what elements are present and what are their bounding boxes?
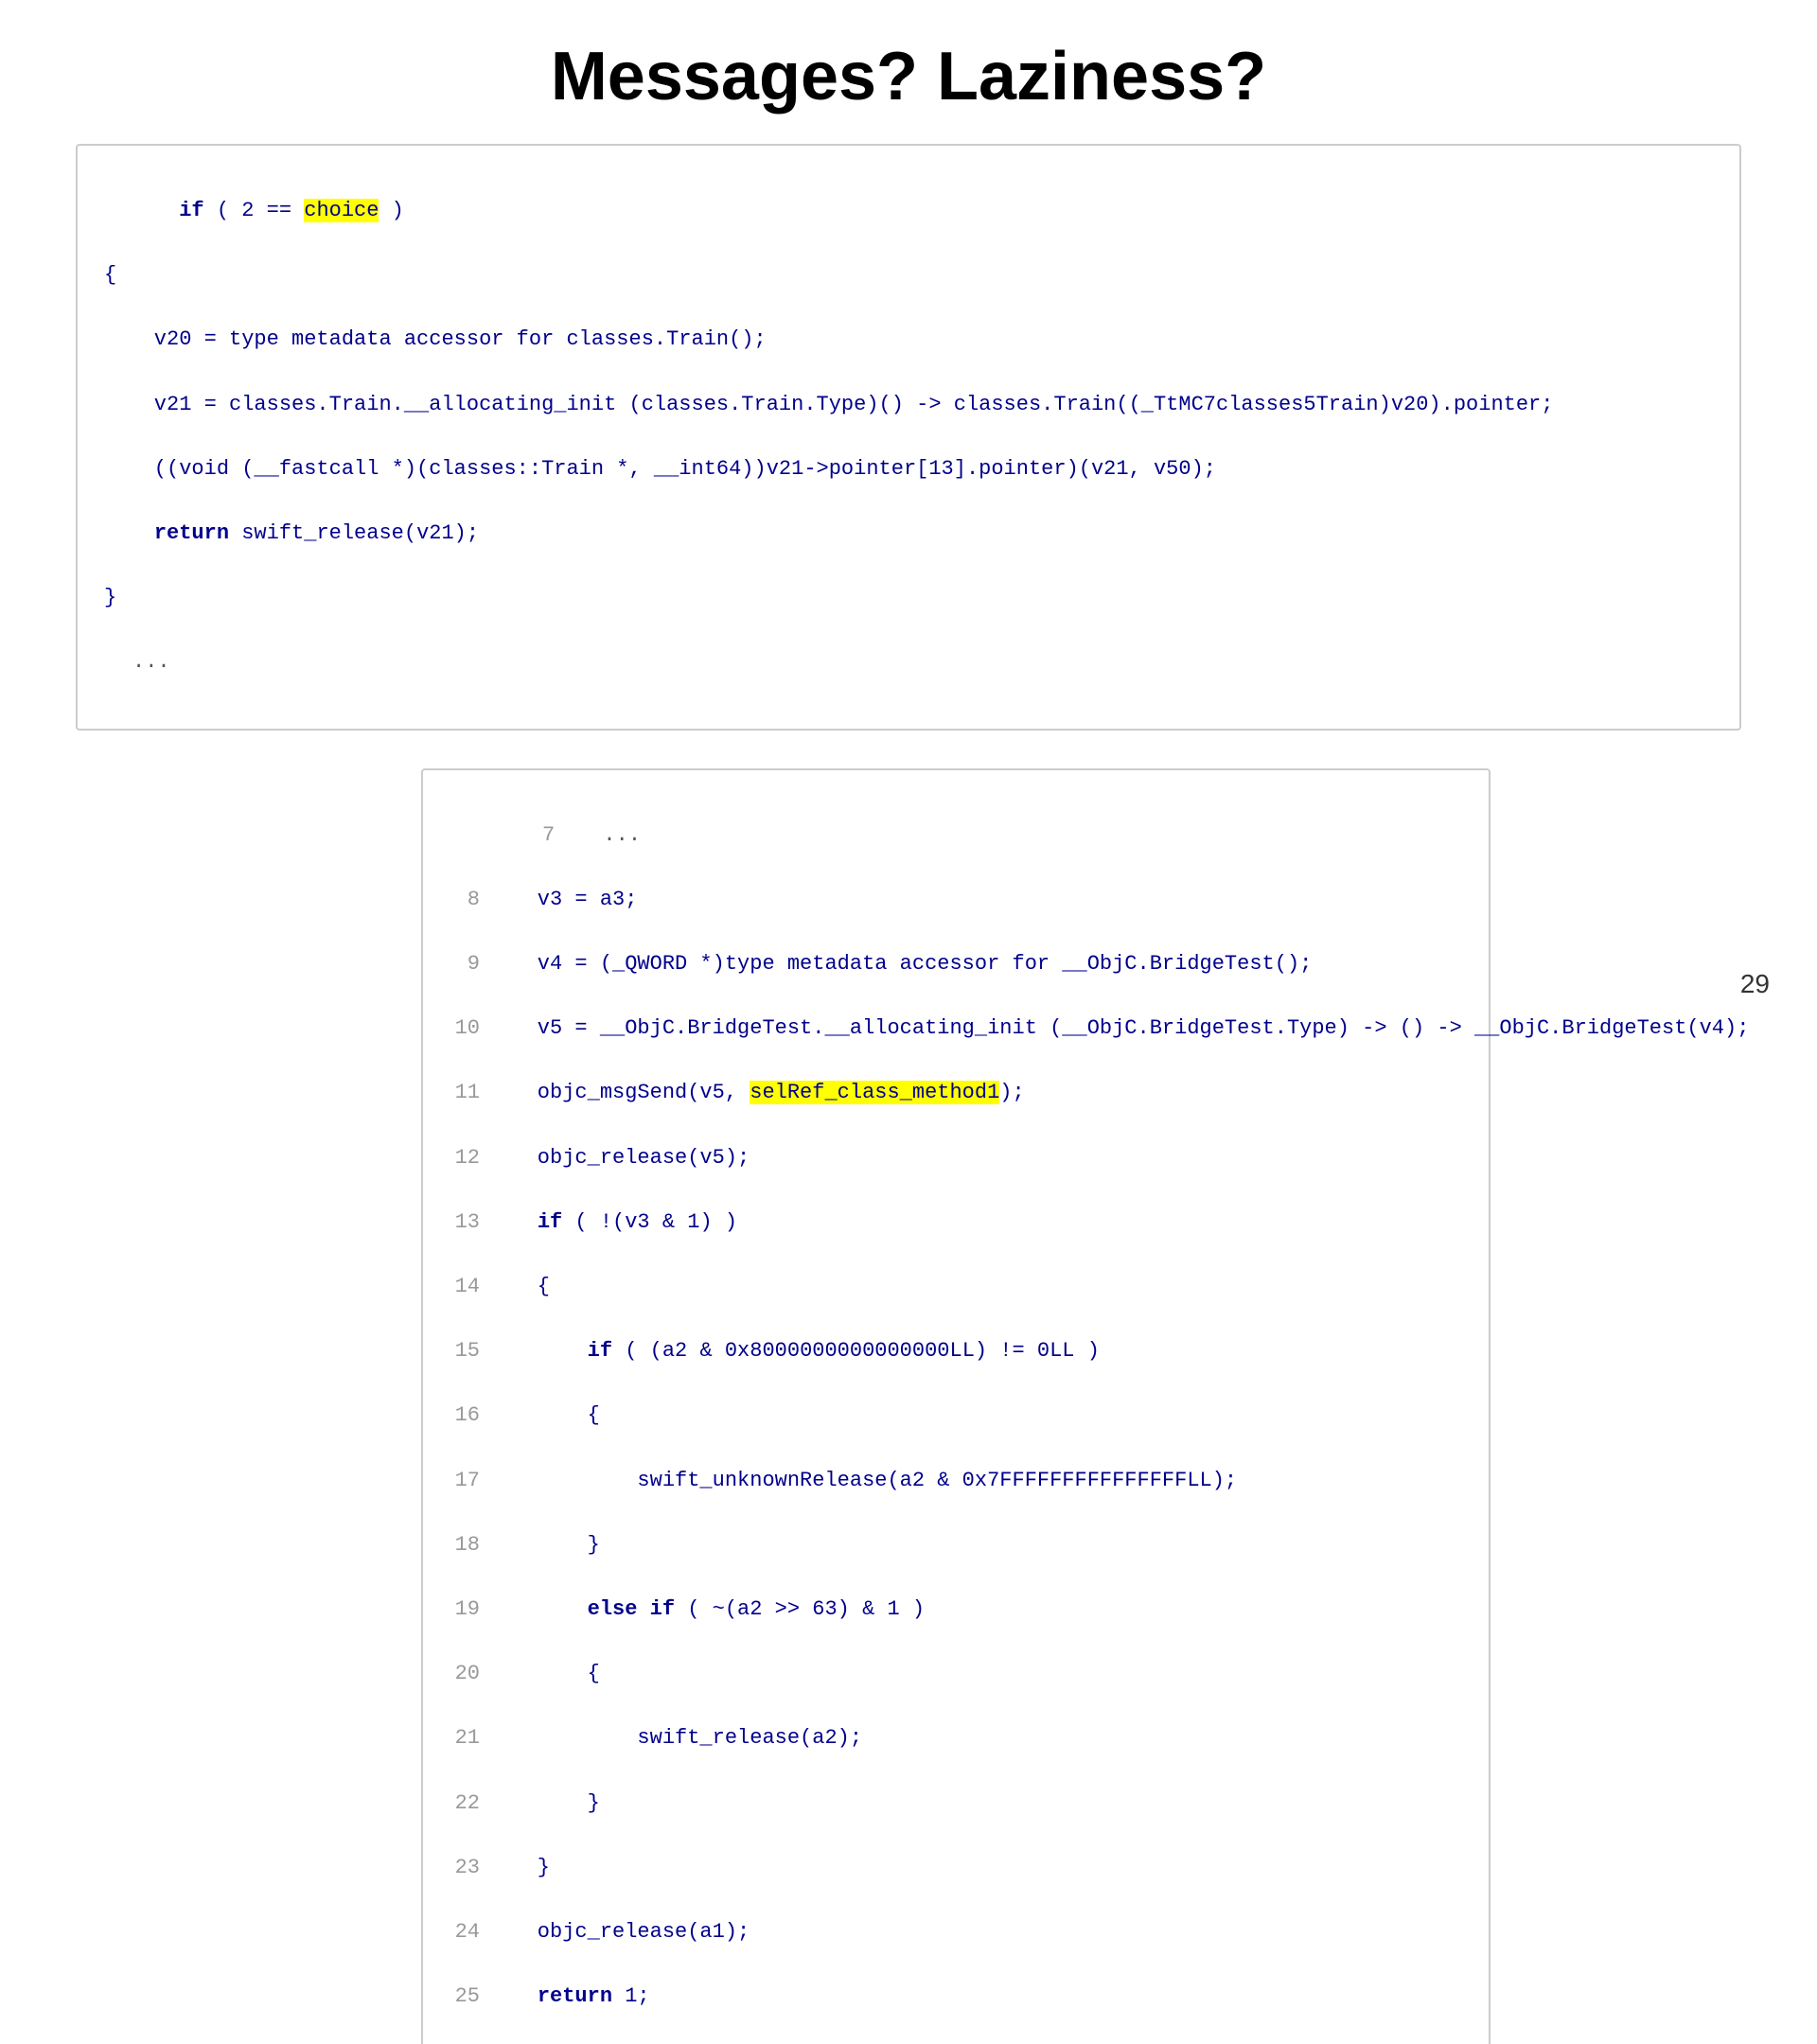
keyword-if: if xyxy=(179,199,203,222)
highlight-choice: choice xyxy=(304,199,379,222)
code-block-bottom: 7 ... 8 v3 = a3; 9 v4 = (_QWORD *)type m… xyxy=(421,768,1491,2044)
slide-number: 29 xyxy=(1740,969,1770,999)
slide-title: Messages? Laziness? xyxy=(0,0,1817,144)
code-block-top: if ( 2 == choice ) { v20 = type metadata… xyxy=(76,144,1741,731)
highlight-selref: selRef_class_method1 xyxy=(750,1081,999,1104)
